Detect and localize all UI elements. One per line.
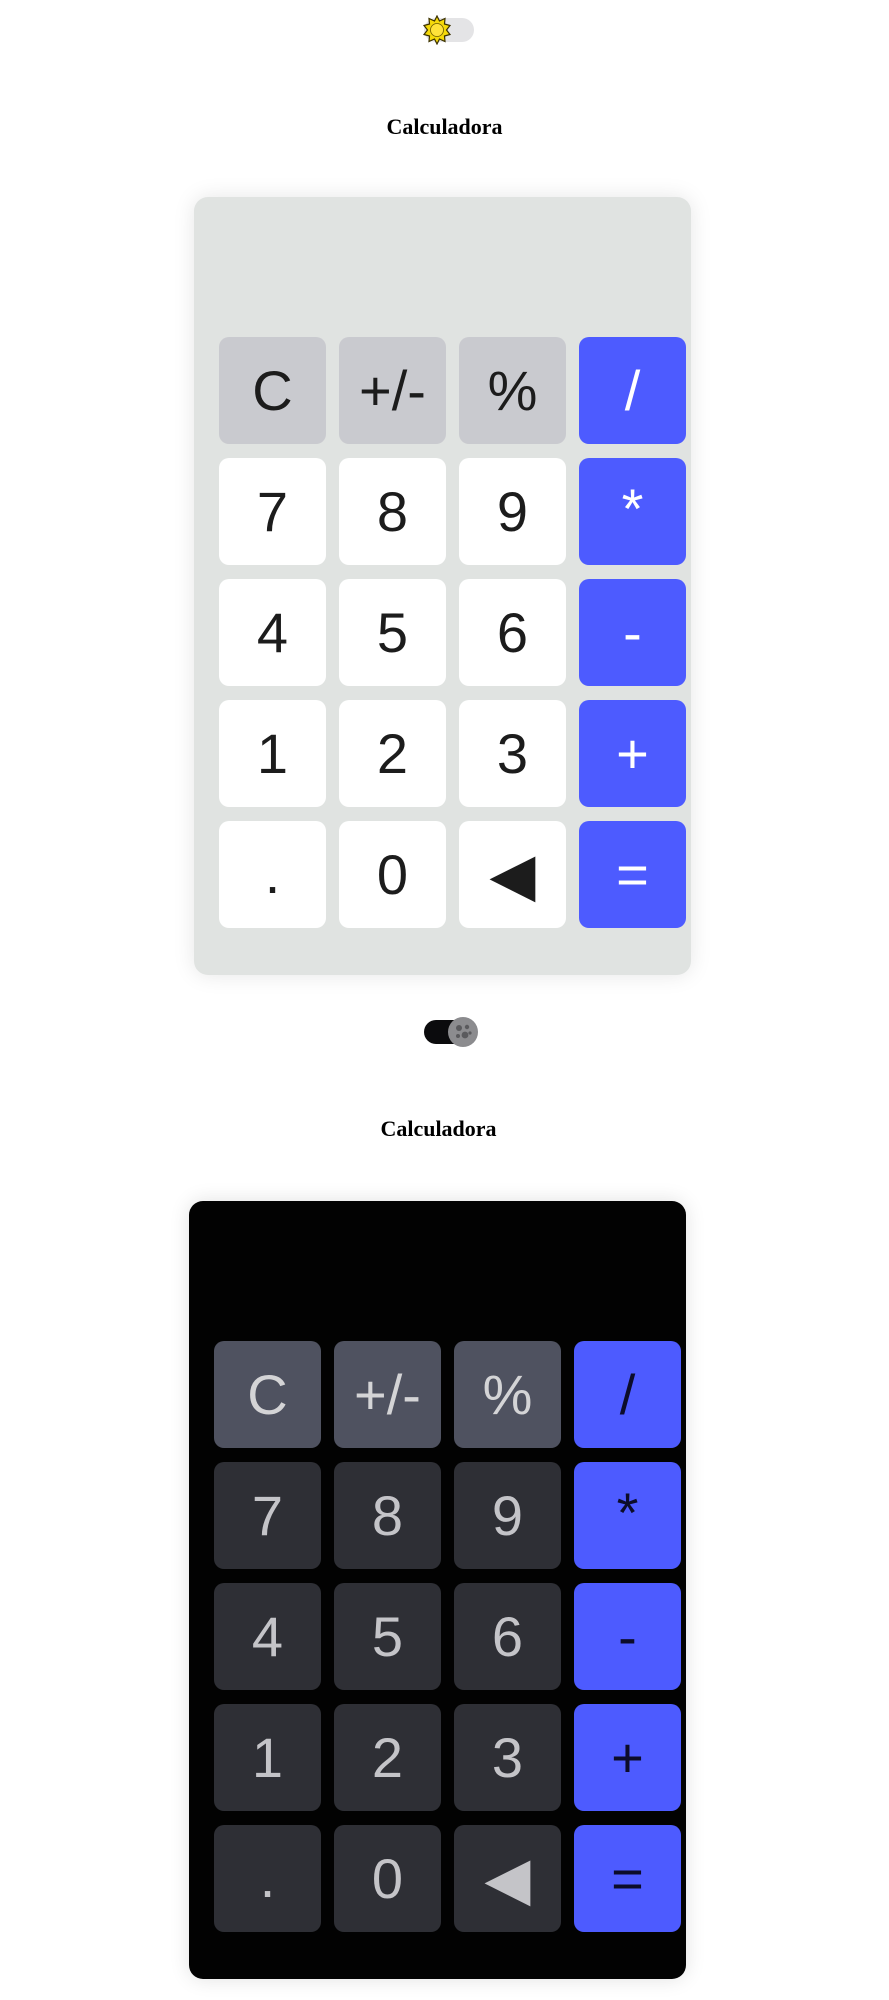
add-button[interactable]: + [579,700,686,807]
subtract-button[interactable]: - [574,1583,681,1690]
digit-2-button[interactable]: 2 [339,700,446,807]
calculator-display [214,1219,661,1319]
digit-9-button[interactable]: 9 [454,1462,561,1569]
multiply-button[interactable]: * [574,1462,681,1569]
digit-9-button[interactable]: 9 [459,458,566,565]
clear-button[interactable]: C [214,1341,321,1448]
digit-5-button[interactable]: 5 [334,1583,441,1690]
divide-button[interactable]: / [579,337,686,444]
sun-icon [422,15,452,45]
clear-button[interactable]: C [219,337,326,444]
digit-6-button[interactable]: 6 [459,579,566,686]
moon-icon [448,1017,478,1047]
digit-2-button[interactable]: 2 [334,1704,441,1811]
add-button[interactable]: + [574,1704,681,1811]
percent-button[interactable]: % [454,1341,561,1448]
digit-8-button[interactable]: 8 [334,1462,441,1569]
decimal-button[interactable]: . [214,1825,321,1932]
digit-0-button[interactable]: 0 [339,821,446,928]
digit-1-button[interactable]: 1 [219,700,326,807]
digit-3-button[interactable]: 3 [454,1704,561,1811]
subtract-button[interactable]: - [579,579,686,686]
keypad: C +/-%/ 7 8 9 * 4 5 6- 1 2 3 +. 0 ◀ = [214,1341,681,1932]
page-title: Calculadora [386,114,503,139]
page-title: Calculadora [380,1116,497,1141]
digit-4-button[interactable]: 4 [214,1583,321,1690]
decimal-button[interactable]: . [219,821,326,928]
digit-4-button[interactable]: 4 [219,579,326,686]
divide-button[interactable]: / [574,1341,681,1448]
backspace-button[interactable]: ◀ [459,821,566,928]
digit-5-button[interactable]: 5 [339,579,446,686]
digit-0-button[interactable]: 0 [334,1825,441,1932]
theme-toggle-dark[interactable] [424,1017,478,1047]
digit-7-button[interactable]: 7 [219,458,326,565]
percent-button[interactable]: % [459,337,566,444]
equals-button[interactable]: = [574,1825,681,1932]
backspace-button[interactable]: ◀ [454,1825,561,1932]
calculator-display [219,215,666,315]
calculator-light: C +/-%/ 7 8 9 * 4 5 6- 1 2 3 +. 0 ◀ = [194,197,691,975]
theme-toggle-light[interactable] [422,15,474,45]
sign-toggle-button[interactable]: +/- [339,337,446,444]
sign-toggle-button[interactable]: +/- [334,1341,441,1448]
digit-8-button[interactable]: 8 [339,458,446,565]
digit-1-button[interactable]: 1 [214,1704,321,1811]
digit-6-button[interactable]: 6 [454,1583,561,1690]
equals-button[interactable]: = [579,821,686,928]
multiply-button[interactable]: * [579,458,686,565]
calculator-dark: C +/-%/ 7 8 9 * 4 5 6- 1 2 3 +. 0 ◀ = [189,1201,686,1979]
digit-3-button[interactable]: 3 [459,700,566,807]
keypad: C +/-%/ 7 8 9 * 4 5 6- 1 2 3 +. 0 ◀ = [219,337,686,928]
digit-7-button[interactable]: 7 [214,1462,321,1569]
dark-theme-section: Calculadora C +/-%/ 7 8 9 * 4 5 6- 1 2 3 +. 0 ◀ = [0,1000,889,2000]
light-theme-section: Calculadora C +/-%/ 7 8 9 * 4 5 6- 1 2 3 +. 0 ◀ = [0,0,889,1000]
